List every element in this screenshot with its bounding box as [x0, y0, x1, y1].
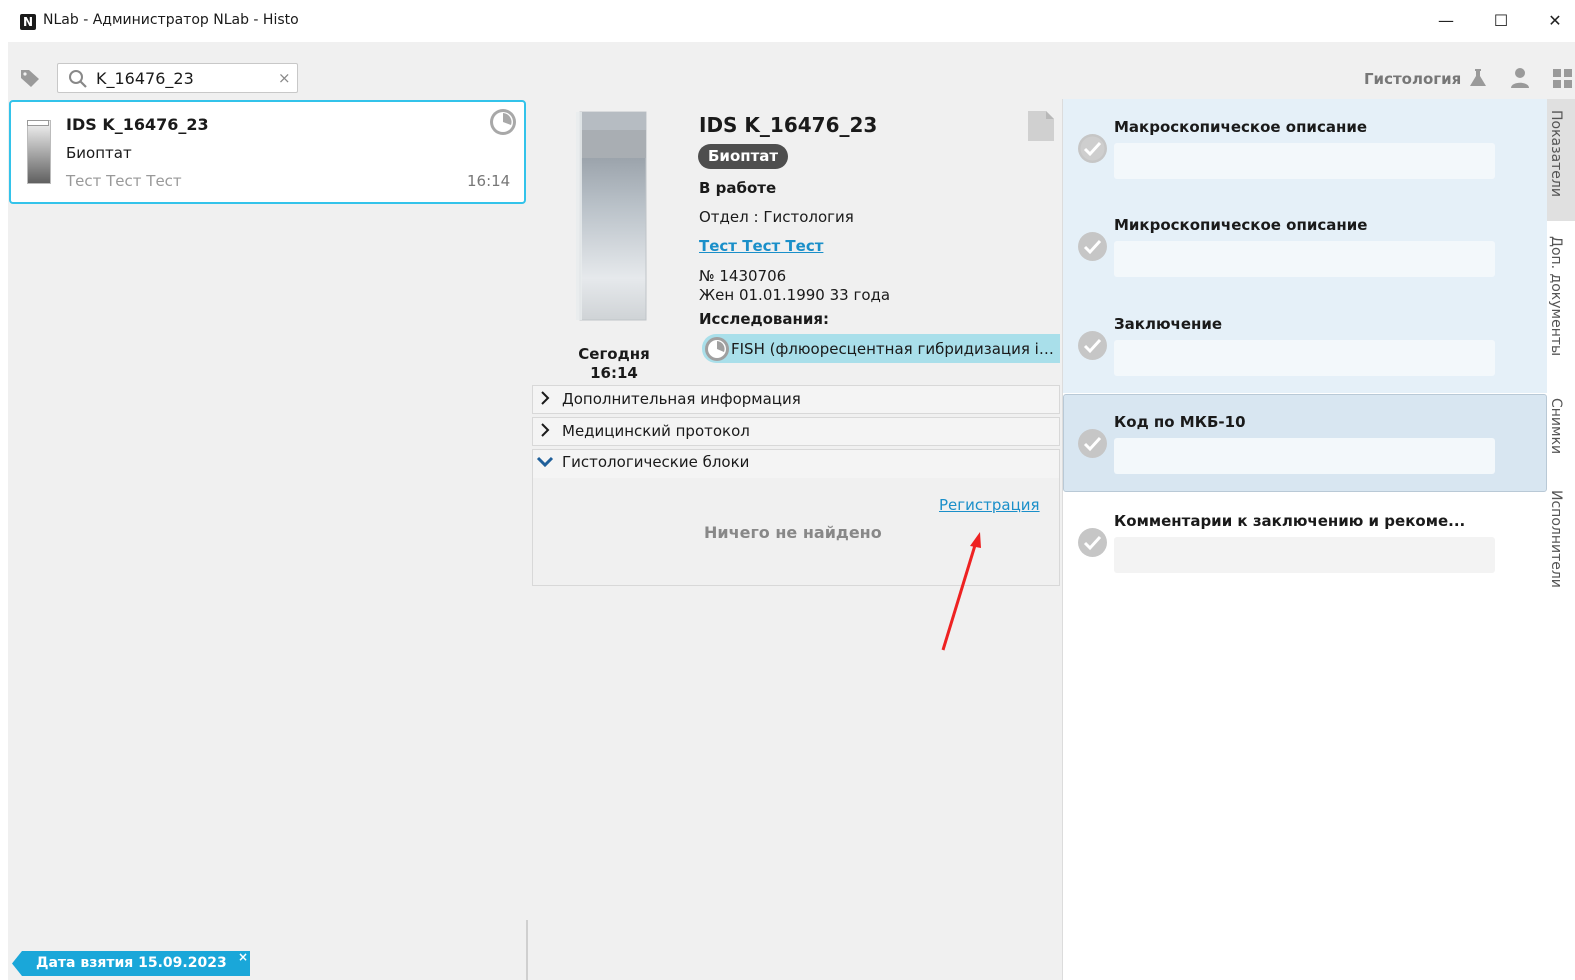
search-clear-button[interactable]: ×: [278, 69, 291, 87]
section-histology-blocks-label: Гистологические блоки: [562, 453, 750, 471]
sample-list-item-type: Биоптат: [66, 144, 132, 162]
date-filter-close-button[interactable]: ×: [238, 950, 248, 964]
field-icd10-input[interactable]: [1114, 438, 1495, 474]
tag-icon[interactable]: [20, 68, 40, 92]
section-additional-info-label: Дополнительная информация: [562, 390, 801, 408]
tab-images[interactable]: Снимки: [1548, 398, 1564, 454]
red-arrow-annotation: [930, 528, 990, 657]
tube-thumbnail: [27, 120, 51, 184]
field-conclusion-title: Заключение: [1114, 315, 1223, 333]
flask-icon[interactable]: [1468, 68, 1488, 92]
tab-executors[interactable]: Исполнители: [1548, 490, 1564, 588]
department-selector[interactable]: Гистология: [1364, 70, 1461, 88]
app-logo-icon: N: [20, 14, 36, 30]
sample-type-badge: Биоптат: [698, 144, 789, 169]
field-icd10-title: Код по МКБ-10: [1114, 413, 1246, 431]
time-label: 16:14: [590, 364, 638, 382]
date-label: Сегодня: [578, 345, 650, 363]
window-title: NLab - Администратор NLab - Histo: [43, 12, 299, 28]
user-icon[interactable]: [1510, 67, 1530, 93]
tab-extra-documents[interactable]: Доп. документы: [1548, 236, 1564, 356]
check-icon[interactable]: [1077, 330, 1108, 361]
section-medical-protocol-label: Медицинский протокол: [562, 422, 750, 440]
sample-department: Отдел : Гистология: [699, 208, 854, 226]
clock-icon: [489, 108, 517, 140]
patient-link[interactable]: Тест Тест Тест: [699, 237, 823, 255]
close-button[interactable]: ✕: [1535, 6, 1575, 36]
check-icon[interactable]: [1077, 231, 1108, 262]
sample-list-item-id: IDS K_16476_23: [66, 115, 209, 134]
tube-image: [570, 108, 652, 326]
chevron-right-icon: [539, 422, 551, 442]
empty-state-text: Ничего не найдено: [704, 523, 882, 542]
tab-indicators-label: Показатели: [1548, 110, 1564, 197]
field-conclusion-input[interactable]: [1114, 340, 1495, 376]
field-macroscopic-title: Макроскопическое описание: [1114, 118, 1368, 136]
document-icon[interactable]: [1026, 110, 1056, 146]
study-clock-icon: [704, 336, 730, 366]
patient-info: Жен 01.01.1990 33 года: [699, 286, 891, 304]
check-icon[interactable]: [1077, 428, 1108, 459]
maximize-button[interactable]: ☐: [1481, 6, 1521, 36]
field-comments-title: Комментарии к заключению и рекоме...: [1114, 512, 1466, 530]
search-input[interactable]: [96, 66, 266, 90]
sample-date: Сегодня 16:14: [570, 345, 658, 383]
sample-id: IDS K_16476_23: [699, 113, 878, 137]
study-name: FISH (флюоресцентная гибридизация in sit…: [731, 340, 1057, 358]
sample-status: В работе: [699, 179, 777, 197]
search-icon: [68, 69, 88, 93]
check-icon[interactable]: [1077, 527, 1108, 558]
chevron-right-icon: [539, 390, 551, 410]
studies-label: Исследования:: [699, 310, 830, 328]
date-filter-label: Дата взятия 15.09.2023: [36, 955, 227, 971]
sample-list-panel: [8, 99, 528, 980]
field-macroscopic-input[interactable]: [1114, 143, 1495, 179]
field-microscopic-title: Микроскопическое описание: [1114, 216, 1368, 234]
date-filter-tag[interactable]: Дата взятия 15.09.2023: [12, 951, 250, 976]
record-number: № 1430706: [699, 267, 787, 285]
minimize-button[interactable]: —: [1426, 6, 1466, 36]
chevron-down-icon: [536, 456, 554, 472]
grid-menu-icon[interactable]: [1553, 69, 1575, 93]
check-icon[interactable]: [1077, 133, 1108, 164]
department-label: Гистология: [1364, 70, 1462, 88]
register-link[interactable]: Регистрация: [939, 496, 1040, 514]
tube-cap: [27, 120, 49, 126]
field-microscopic-input[interactable]: [1114, 241, 1495, 277]
sample-list-item-patient: Тест Тест Тест: [66, 172, 182, 190]
sample-list-item-time: 16:14: [467, 172, 511, 190]
field-comments-input[interactable]: [1114, 537, 1495, 573]
